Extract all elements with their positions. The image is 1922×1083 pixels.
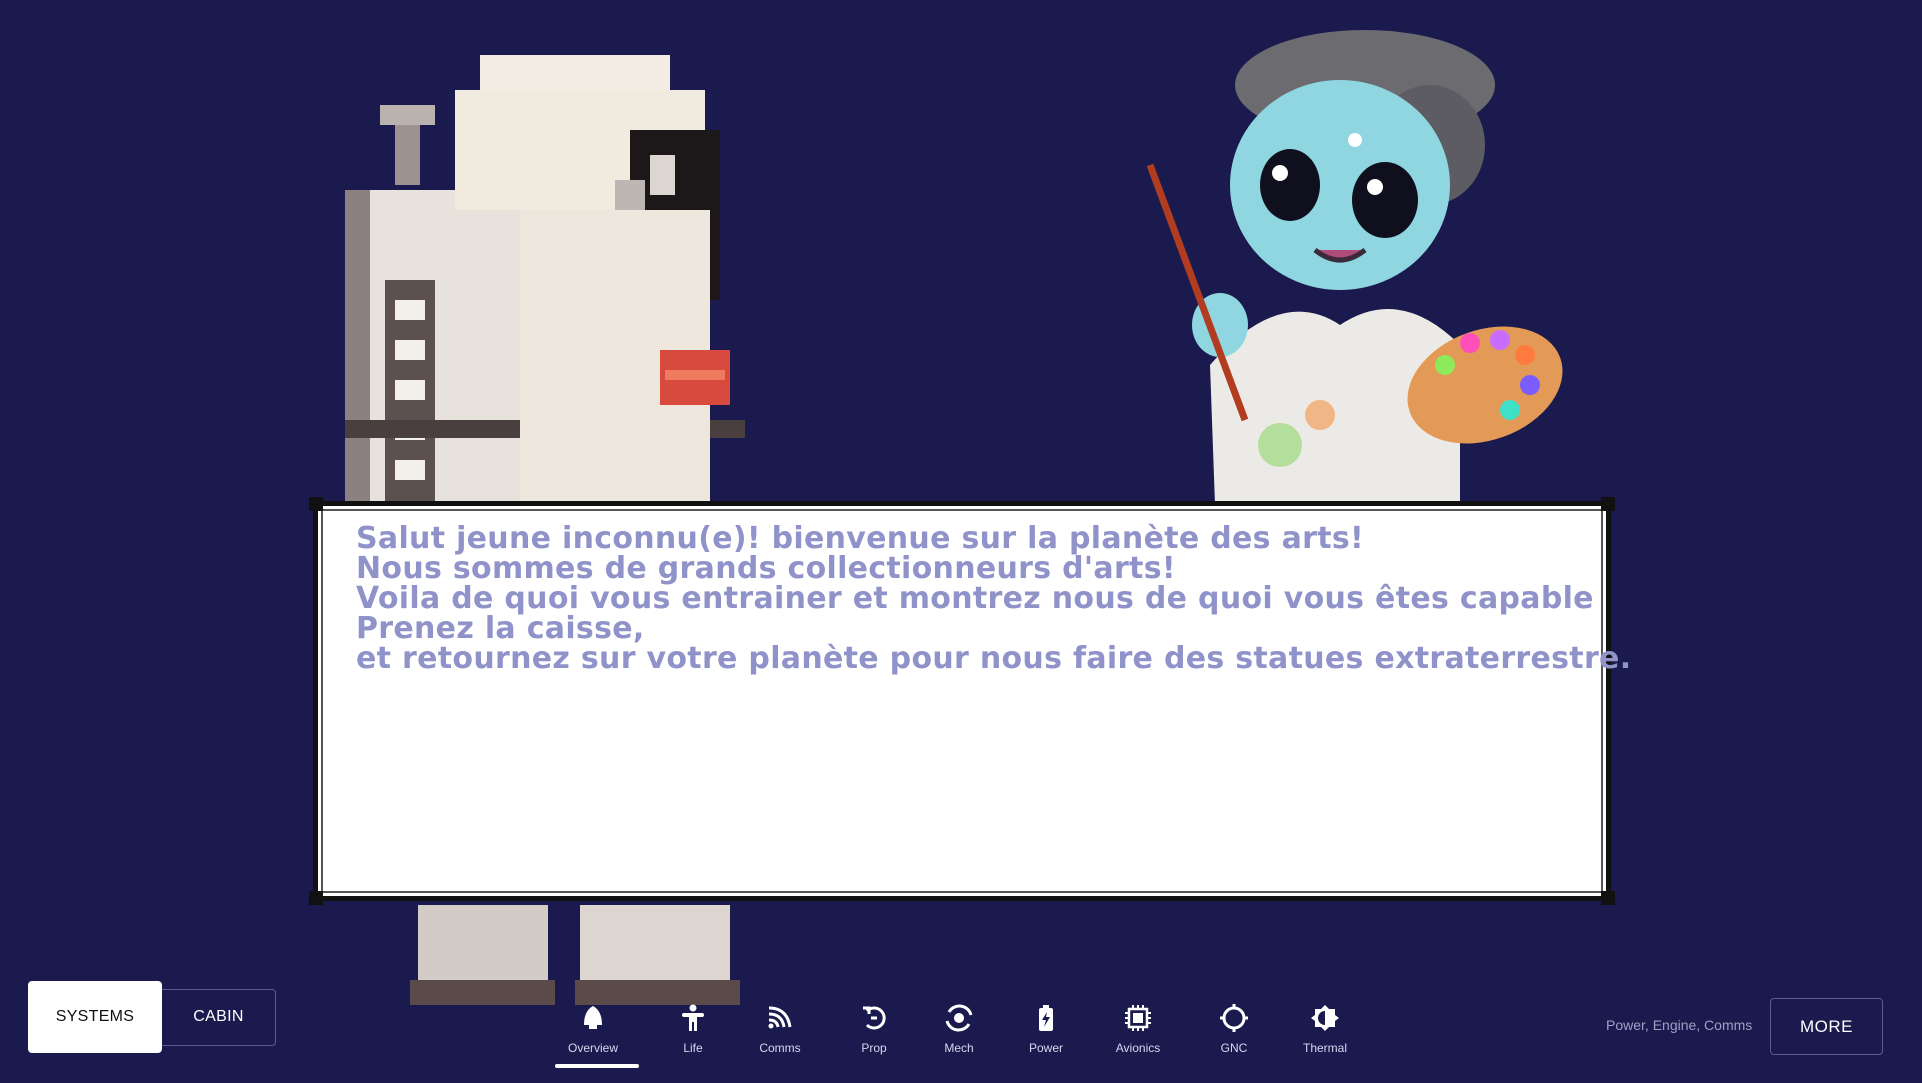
alien-artist <box>1146 30 1563 505</box>
rocket-icon <box>584 1006 602 1029</box>
signal-icon <box>768 1006 792 1029</box>
target-icon <box>1220 1004 1248 1032</box>
systems-button[interactable]: SYSTEMS <box>28 981 162 1053</box>
dialog-line: Nous sommes de grands collectionneurs d'… <box>356 551 1176 586</box>
battery-icon <box>1039 1005 1053 1031</box>
person-icon <box>682 1004 704 1031</box>
orbit-icon <box>945 1004 973 1032</box>
nav-item-avionics[interactable]: Avionics <box>1093 995 1183 1065</box>
nav-item-life[interactable]: Life <box>648 995 738 1065</box>
nav-label: Overview <box>567 1041 618 1055</box>
nav-item-thermal[interactable]: Thermal <box>1280 995 1370 1065</box>
nav-item-overview[interactable]: Overview <box>548 995 639 1068</box>
dialog-corner <box>309 891 323 905</box>
dialog-text: Salut jeune inconnu(e)! bienvenue sur la… <box>356 521 1632 676</box>
game-scene: Salut jeune inconnu(e)! bienvenue sur la… <box>0 0 1922 1083</box>
nav-item-comms[interactable]: Comms <box>735 995 825 1065</box>
nav-label: Prop <box>861 1041 887 1055</box>
nav-label: GNC <box>1220 1041 1248 1055</box>
active-indicator <box>555 1064 639 1068</box>
nav-item-mech[interactable]: Mech <box>914 995 1004 1065</box>
status-summary: Power, Engine, Comms <box>1606 1017 1753 1033</box>
dialog-corner <box>1601 497 1615 511</box>
dialog-line: et retournez sur votre planète pour nous… <box>356 641 1632 676</box>
nav-label: Mech <box>944 1041 974 1055</box>
nav-label: Thermal <box>1302 1041 1347 1055</box>
cabin-button[interactable]: CABIN <box>162 988 276 1046</box>
nav-label: Power <box>1028 1041 1063 1055</box>
dialog-box[interactable]: Salut jeune inconnu(e)! bienvenue sur la… <box>309 497 1632 905</box>
view-toggle: SYSTEMS CABIN <box>28 981 276 1053</box>
nav-label: Life <box>683 1041 703 1055</box>
nav-label: Comms <box>759 1041 801 1055</box>
nav-item-power[interactable]: Power <box>1001 995 1091 1065</box>
dialog-line: Salut jeune inconnu(e)! bienvenue sur la… <box>356 521 1364 556</box>
nav-label: Avionics <box>1115 1041 1161 1055</box>
dialog-line: Voila de quoi vous entrainer et montrez … <box>356 581 1594 616</box>
dialog-line: Prenez la caisse, <box>356 611 645 646</box>
nav-item-prop[interactable]: Prop <box>829 995 919 1065</box>
dialog-corner <box>1601 891 1615 905</box>
dialog-corner <box>309 497 323 511</box>
nav-item-gnc[interactable]: GNC <box>1189 995 1279 1065</box>
chip-icon <box>1125 1005 1151 1031</box>
propulsion-icon <box>863 1006 886 1030</box>
thermal-icon <box>1311 1005 1339 1031</box>
more-button[interactable]: MORE <box>1770 998 1883 1055</box>
